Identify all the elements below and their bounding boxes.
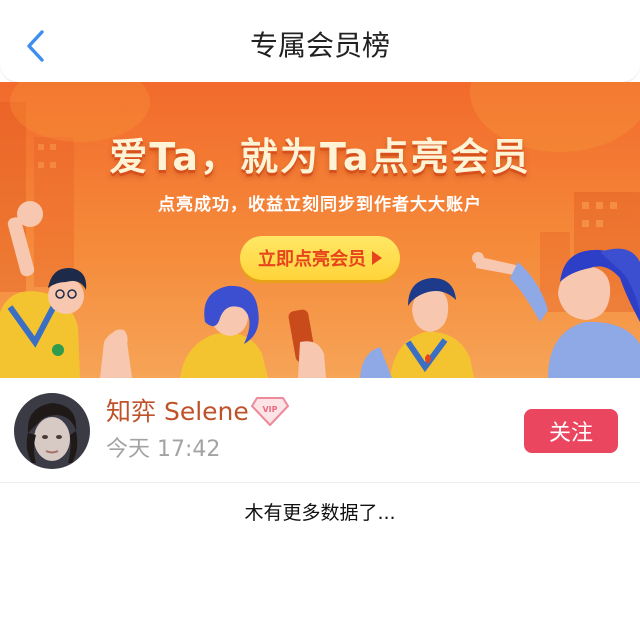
avatar-photo [14, 393, 90, 469]
triangle-right-icon [372, 251, 382, 265]
banner-subtitle: 点亮成功，收益立刻同步到作者大大账户 [158, 195, 482, 215]
list-item[interactable]: 知弈 Selene VIP 今天 17:42 关注 [0, 378, 640, 483]
avatar[interactable] [14, 393, 90, 469]
no-more-data-text: 木有更多数据了... [244, 502, 396, 524]
member-time: 今天 17:42 [106, 437, 221, 462]
vip-badge-text: VIP [262, 405, 277, 414]
follow-button[interactable]: 关注 [524, 409, 618, 453]
nav-bar: 专属会员榜 [0, 0, 640, 82]
page-title: 专属会员榜 [249, 29, 390, 62]
member-ranking-screen: 专属会员榜 爱Ta，就为Ta点亮会员 点亮成功，收益立刻同步到作者大大账户 立即… [0, 0, 640, 639]
promo-banner[interactable]: 爱Ta，就为Ta点亮会员 点亮成功，收益立刻同步到作者大大账户 立即点亮会员 [0, 82, 640, 378]
member-name[interactable]: 知弈 Selene [106, 395, 249, 429]
banner-headline: 爱Ta，就为Ta点亮会员 [109, 135, 531, 179]
vip-diamond-icon: VIP [251, 397, 289, 426]
cta-label: 立即点亮会员 [258, 249, 366, 270]
light-up-member-button[interactable]: 立即点亮会员 [240, 236, 400, 280]
